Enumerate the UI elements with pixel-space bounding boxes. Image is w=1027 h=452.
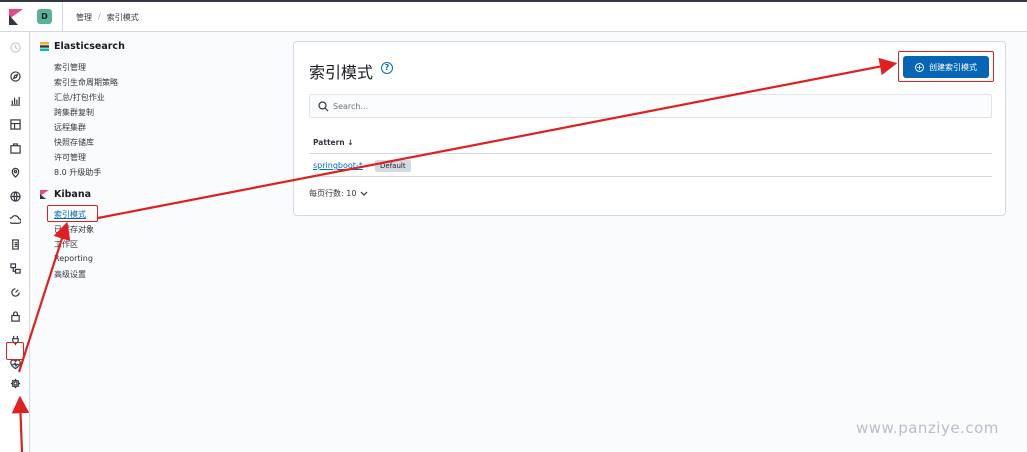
side-item-license[interactable]: 许可管理 <box>54 152 86 163</box>
elasticsearch-icon <box>40 42 49 51</box>
uptime-icon[interactable] <box>9 286 21 298</box>
kibana-logo-icon[interactable] <box>9 9 23 25</box>
annotation-box-index-patterns <box>47 205 98 222</box>
side-item-upgrade-assistant[interactable]: 8.0 升级助手 <box>54 167 101 178</box>
table-row: springboot-* Default <box>309 154 992 177</box>
side-item-rollup-jobs[interactable]: 汇总/打包作业 <box>54 92 105 103</box>
side-group-kibana: Kibana <box>40 189 91 200</box>
infrastructure-icon[interactable] <box>9 214 21 226</box>
annotation-box-gear <box>6 342 24 360</box>
create-button-label: 创建索引模式 <box>929 62 977 72</box>
breadcrumb-separator: / <box>98 12 101 21</box>
management-gear-icon[interactable] <box>9 377 21 389</box>
side-item-index-management[interactable]: 索引管理 <box>54 62 86 73</box>
side-item-advanced-settings[interactable]: 高级设置 <box>54 269 86 280</box>
search-icon <box>318 101 329 112</box>
side-group-title: Elasticsearch <box>54 41 125 52</box>
visualize-icon[interactable] <box>9 94 21 106</box>
create-index-pattern-button[interactable]: + 创建索引模式 <box>903 56 989 78</box>
space-avatar[interactable]: D <box>37 9 52 24</box>
help-icon[interactable]: ? <box>381 62 393 74</box>
plus-circle-icon: + <box>915 62 924 72</box>
management-side-nav: Elasticsearch 索引管理 索引生命周期策略 汇总/打包作业 跨集群复… <box>30 32 278 452</box>
pattern-column-header[interactable]: Pattern ↓ <box>309 134 992 154</box>
apm-icon[interactable] <box>9 262 21 274</box>
top-bar: D 管理 / 索引模式 <box>0 0 1027 32</box>
page-title: 索引模式 <box>309 63 374 82</box>
side-item-ilm-policies[interactable]: 索引生命周期策略 <box>54 77 118 88</box>
side-item-snapshot-repos[interactable]: 快照存储库 <box>54 137 94 148</box>
kibana-icon <box>40 190 49 199</box>
side-group-title: Kibana <box>54 189 92 200</box>
recent-icon[interactable] <box>9 41 21 53</box>
side-group-elasticsearch: Elasticsearch <box>40 41 125 52</box>
header-divider <box>62 2 63 32</box>
index-pattern-link[interactable]: springboot-* <box>313 161 363 170</box>
canvas-icon[interactable] <box>9 142 21 154</box>
ml-icon[interactable] <box>9 190 21 202</box>
rows-per-page-label: 每页行数: 10 <box>309 189 357 198</box>
search-box <box>309 94 992 118</box>
rows-per-page-selector[interactable]: 每页行数: 10 <box>309 188 368 199</box>
index-patterns-panel: 索引模式 ? + 创建索引模式 Pattern ↓ springboot-* D… <box>293 41 1006 216</box>
search-input[interactable] <box>333 98 973 114</box>
logs-icon[interactable] <box>9 238 21 250</box>
side-item-reporting[interactable]: Reporting <box>54 254 93 263</box>
breadcrumb: 管理 / 索引模式 <box>76 12 139 23</box>
breadcrumb-index-patterns: 索引模式 <box>106 13 139 22</box>
nav-rail <box>0 32 30 452</box>
maps-icon[interactable] <box>9 166 21 178</box>
dashboard-icon[interactable] <box>9 118 21 130</box>
breadcrumb-management[interactable]: 管理 <box>76 12 92 23</box>
chevron-down-icon <box>360 191 368 196</box>
watermark: www.panziye.com <box>856 419 999 437</box>
siem-icon[interactable] <box>9 310 21 322</box>
side-item-ccr[interactable]: 跨集群复制 <box>54 107 94 118</box>
side-item-remote-clusters[interactable]: 远程集群 <box>54 122 86 133</box>
side-item-spaces[interactable]: 工作区 <box>54 239 78 250</box>
side-item-saved-objects[interactable]: 已保存对象 <box>54 224 94 235</box>
default-badge: Default <box>375 160 411 172</box>
discover-icon[interactable] <box>9 70 21 82</box>
